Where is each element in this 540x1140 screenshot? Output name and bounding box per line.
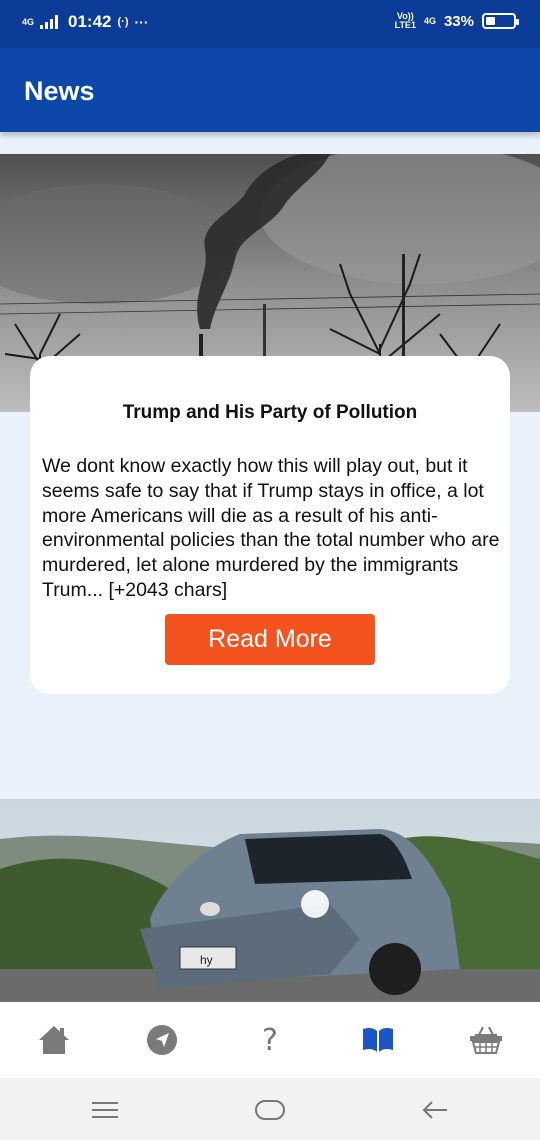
- network-type-label: 4G: [22, 16, 35, 27]
- status-bar: 4G 01:42 (·) ··· Vo)) LTE1 4G 33%: [0, 0, 540, 48]
- nav-home[interactable]: [24, 1010, 84, 1070]
- app-bar: News: [0, 48, 540, 132]
- volte-label: Vo)) LTE1: [394, 11, 416, 30]
- back-button[interactable]: [405, 1090, 465, 1130]
- signal-icon: [40, 15, 59, 29]
- back-arrow-icon: [422, 1101, 447, 1119]
- article-card: Trump and His Party of Pollution We dont…: [30, 356, 510, 694]
- nav-shop[interactable]: [456, 1010, 516, 1070]
- car-plate-text: hy: [200, 953, 213, 967]
- nav-explore[interactable]: [132, 1010, 192, 1070]
- basket-icon: [470, 1026, 502, 1054]
- read-more-button[interactable]: Read More: [165, 614, 375, 665]
- battery-percent: 33%: [443, 12, 474, 30]
- hotspot-icon: (·): [117, 16, 129, 28]
- battery-icon: [482, 13, 519, 29]
- system-navigation-bar: [0, 1078, 540, 1140]
- article-description: We dont know exactly how this will play …: [42, 455, 500, 601]
- clock: 01:42: [68, 12, 112, 31]
- more-notifications-icon: ···: [134, 14, 149, 30]
- network-type-right: 4G: [423, 15, 436, 26]
- article-title: Trump and His Party of Pollution: [122, 402, 418, 423]
- bottom-navigation: ?: [0, 1002, 540, 1078]
- home-button[interactable]: [240, 1090, 300, 1130]
- menu-icon: [92, 1102, 118, 1118]
- help-icon: ?: [262, 1022, 278, 1058]
- book-icon: [363, 1027, 393, 1052]
- recent-apps-button[interactable]: [75, 1090, 135, 1130]
- nav-help[interactable]: ?: [240, 1010, 300, 1070]
- nav-news[interactable]: [348, 1010, 408, 1070]
- home-icon: [39, 1026, 69, 1054]
- article-image-car[interactable]: hy: [0, 799, 540, 1002]
- navigation-icon: [147, 1025, 177, 1055]
- home-pill-icon: [255, 1100, 285, 1120]
- page-title: News: [24, 76, 95, 106]
- news-feed[interactable]: Trump and His Party of Pollution We dont…: [0, 132, 540, 1002]
